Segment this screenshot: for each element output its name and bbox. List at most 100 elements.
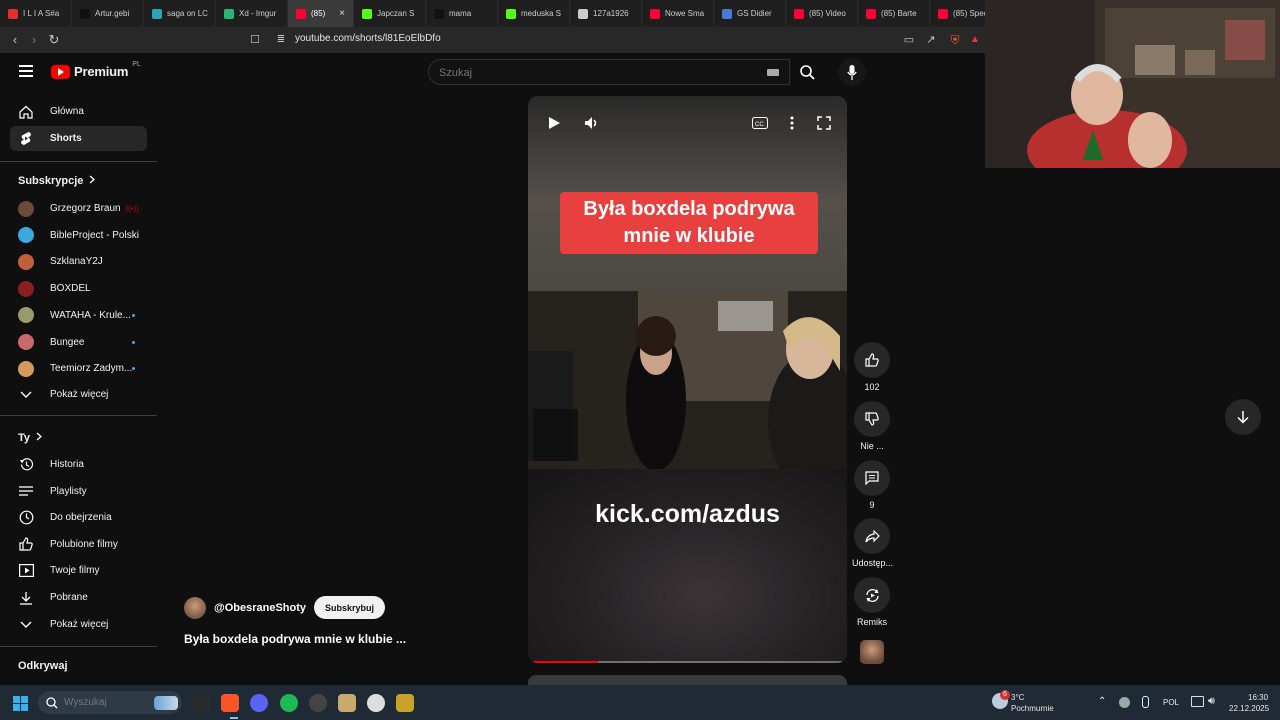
game-icon[interactable]: [367, 694, 385, 712]
channel-avatar: [18, 200, 34, 217]
browser-tab[interactable]: Xd - Imgur: [216, 0, 288, 27]
share-page-icon[interactable]: ↗: [922, 31, 940, 49]
video-icon: [18, 563, 34, 579]
browser-tab[interactable]: meduska S: [498, 0, 570, 27]
browser-tab[interactable]: Japczan S: [354, 0, 426, 27]
fullscreen-icon[interactable]: [813, 112, 835, 134]
video-progress-bar[interactable]: [533, 661, 842, 663]
dislike-button[interactable]: [854, 401, 890, 437]
sidebar-item-shorts[interactable]: Shorts: [10, 125, 147, 151]
keyboard-icon[interactable]: [767, 69, 779, 76]
sidebar-item-video[interactable]: Twoje filmy: [10, 558, 147, 583]
sidebar-item-thumbs-up[interactable]: Polubione filmy: [10, 532, 147, 557]
sound-thumbnail[interactable]: [860, 640, 884, 664]
more-options-icon[interactable]: [781, 112, 803, 134]
weather-temp: 3°C: [1011, 693, 1025, 702]
sidebar-item-playlist[interactable]: Playlisty: [10, 479, 147, 504]
back-icon[interactable]: ‹: [6, 31, 24, 49]
bookmark-icon[interactable]: ☐: [246, 31, 264, 49]
spotify-icon[interactable]: [280, 694, 298, 712]
next-short-preview[interactable]: [528, 675, 847, 685]
launcher-icon[interactable]: [396, 694, 414, 712]
search-input[interactable]: [439, 65, 739, 81]
browser-tab[interactable]: mama: [426, 0, 498, 27]
volume-icon[interactable]: [581, 112, 603, 134]
next-video-button[interactable]: [1225, 399, 1261, 435]
voice-search-button[interactable]: [838, 58, 866, 86]
explore-heading-label: Odkrywaj: [18, 660, 68, 672]
browser-tab-strip: I L I A S#a Artur.gebi saga on LC Xd - Imgu…: [0, 0, 985, 27]
channel-name[interactable]: @ObesraneShoty: [214, 602, 306, 614]
browser-tab[interactable]: (85) Video: [786, 0, 858, 27]
captions-icon[interactable]: CC: [749, 112, 771, 134]
brave-icon[interactable]: [221, 694, 239, 712]
chevron-right-icon: [36, 432, 43, 444]
app-icon[interactable]: [309, 694, 327, 712]
brave-shield-icon[interactable]: ⛨: [946, 31, 964, 49]
comments-button[interactable]: [854, 460, 890, 496]
club-scene: [528, 291, 847, 491]
clock-date[interactable]: 22.12.2025: [1229, 704, 1269, 713]
tab-close-icon[interactable]: ×: [339, 8, 345, 19]
browser-tab[interactable]: (85) ×: [288, 0, 354, 27]
subscription-item[interactable]: Grzegorz Braun ((•)): [10, 196, 147, 221]
remix-button[interactable]: [854, 577, 890, 613]
play-icon[interactable]: [543, 112, 565, 134]
cast-icon[interactable]: ▭: [900, 31, 918, 49]
language-indicator[interactable]: POL: [1163, 698, 1179, 707]
browser-tab[interactable]: Nowe Sma: [642, 0, 714, 27]
speaker-icon[interactable]: 🔊︎: [1208, 695, 1215, 708]
clock-time[interactable]: 16:30: [1248, 693, 1268, 702]
subscription-item[interactable]: SzklanaY2J: [10, 249, 147, 274]
subscription-item[interactable]: WATAHA - Krule...: [10, 303, 147, 328]
browser-tab[interactable]: saga on LC: [144, 0, 216, 27]
browser-tab[interactable]: 127a1926: [570, 0, 642, 27]
show-more-you[interactable]: Pokaż więcej: [10, 612, 147, 637]
discord-icon[interactable]: [250, 694, 268, 712]
sidebar-item-download[interactable]: Pobrane: [10, 585, 147, 610]
explore-heading[interactable]: Odkrywaj: [18, 660, 68, 672]
new-content-dot: [132, 367, 135, 371]
subscribe-button[interactable]: Subskrybuj: [314, 596, 386, 619]
share-button[interactable]: [854, 518, 890, 554]
chevron-up-icon[interactable]: ⌃: [1098, 696, 1106, 707]
windows-taskbar: 6 3°C Pochmurnie ⌃ POL 🔊︎ 16:30 22.12.20…: [0, 685, 1280, 720]
windows-start-icon[interactable]: [13, 696, 28, 711]
browser-tab[interactable]: I L I A S#a: [0, 0, 72, 27]
browser-tab[interactable]: (85) Barte: [858, 0, 930, 27]
network-icon[interactable]: [1191, 696, 1204, 707]
share-action: Udostęp...: [852, 518, 893, 568]
sidebar-item-clock[interactable]: Do obejrzenia: [10, 505, 147, 530]
tray-app-icon[interactable]: [1119, 697, 1130, 708]
video-title[interactable]: Była boxdela podrywa mnie w klubie ...: [184, 632, 406, 646]
search-button[interactable]: [790, 59, 824, 85]
subscription-item[interactable]: BOXDEL: [10, 276, 147, 301]
obs-icon[interactable]: [192, 694, 210, 712]
shorts-video-player[interactable]: Była boxdela podrywa mnie w klubie kick.…: [528, 96, 847, 663]
browser-tab[interactable]: GS Didier: [714, 0, 786, 27]
league-icon[interactable]: [338, 694, 356, 712]
you-heading[interactable]: Ty: [18, 432, 43, 444]
taskbar-search-input[interactable]: [64, 697, 154, 708]
like-button[interactable]: [854, 342, 890, 378]
show-more-subscriptions[interactable]: Pokaż więcej: [10, 382, 147, 407]
brave-rewards-icon[interactable]: ▲: [966, 31, 984, 49]
sidebar-item-history[interactable]: Historia: [10, 452, 147, 477]
forward-icon[interactable]: ›: [25, 31, 43, 49]
taskbar-search[interactable]: [38, 691, 182, 714]
tab-favicon-icon: [296, 8, 306, 19]
subscription-item[interactable]: Teemiorz Zadym...: [10, 356, 147, 381]
browser-tab[interactable]: (85) Spec: [930, 0, 985, 27]
channel-avatar[interactable]: [184, 596, 206, 619]
sidebar-item-label: Pokaż więcej: [50, 619, 109, 630]
microphone-tray-icon[interactable]: [1142, 696, 1149, 708]
sidebar-item-home[interactable]: Główna: [10, 99, 147, 124]
browser-tab[interactable]: Artur.gebi: [72, 0, 144, 27]
address-bar[interactable]: youtube.com/shorts/l81EoElbDfo: [295, 33, 441, 44]
subscription-item[interactable]: BibleProject - Polski: [10, 223, 147, 248]
site-info-icon[interactable]: ≣: [272, 31, 290, 49]
subscription-item[interactable]: Bungee: [10, 330, 147, 355]
tab-favicon-icon: [794, 8, 804, 19]
reload-icon[interactable]: ↻: [45, 31, 63, 49]
subscriptions-heading[interactable]: Subskrypcje: [18, 175, 96, 187]
